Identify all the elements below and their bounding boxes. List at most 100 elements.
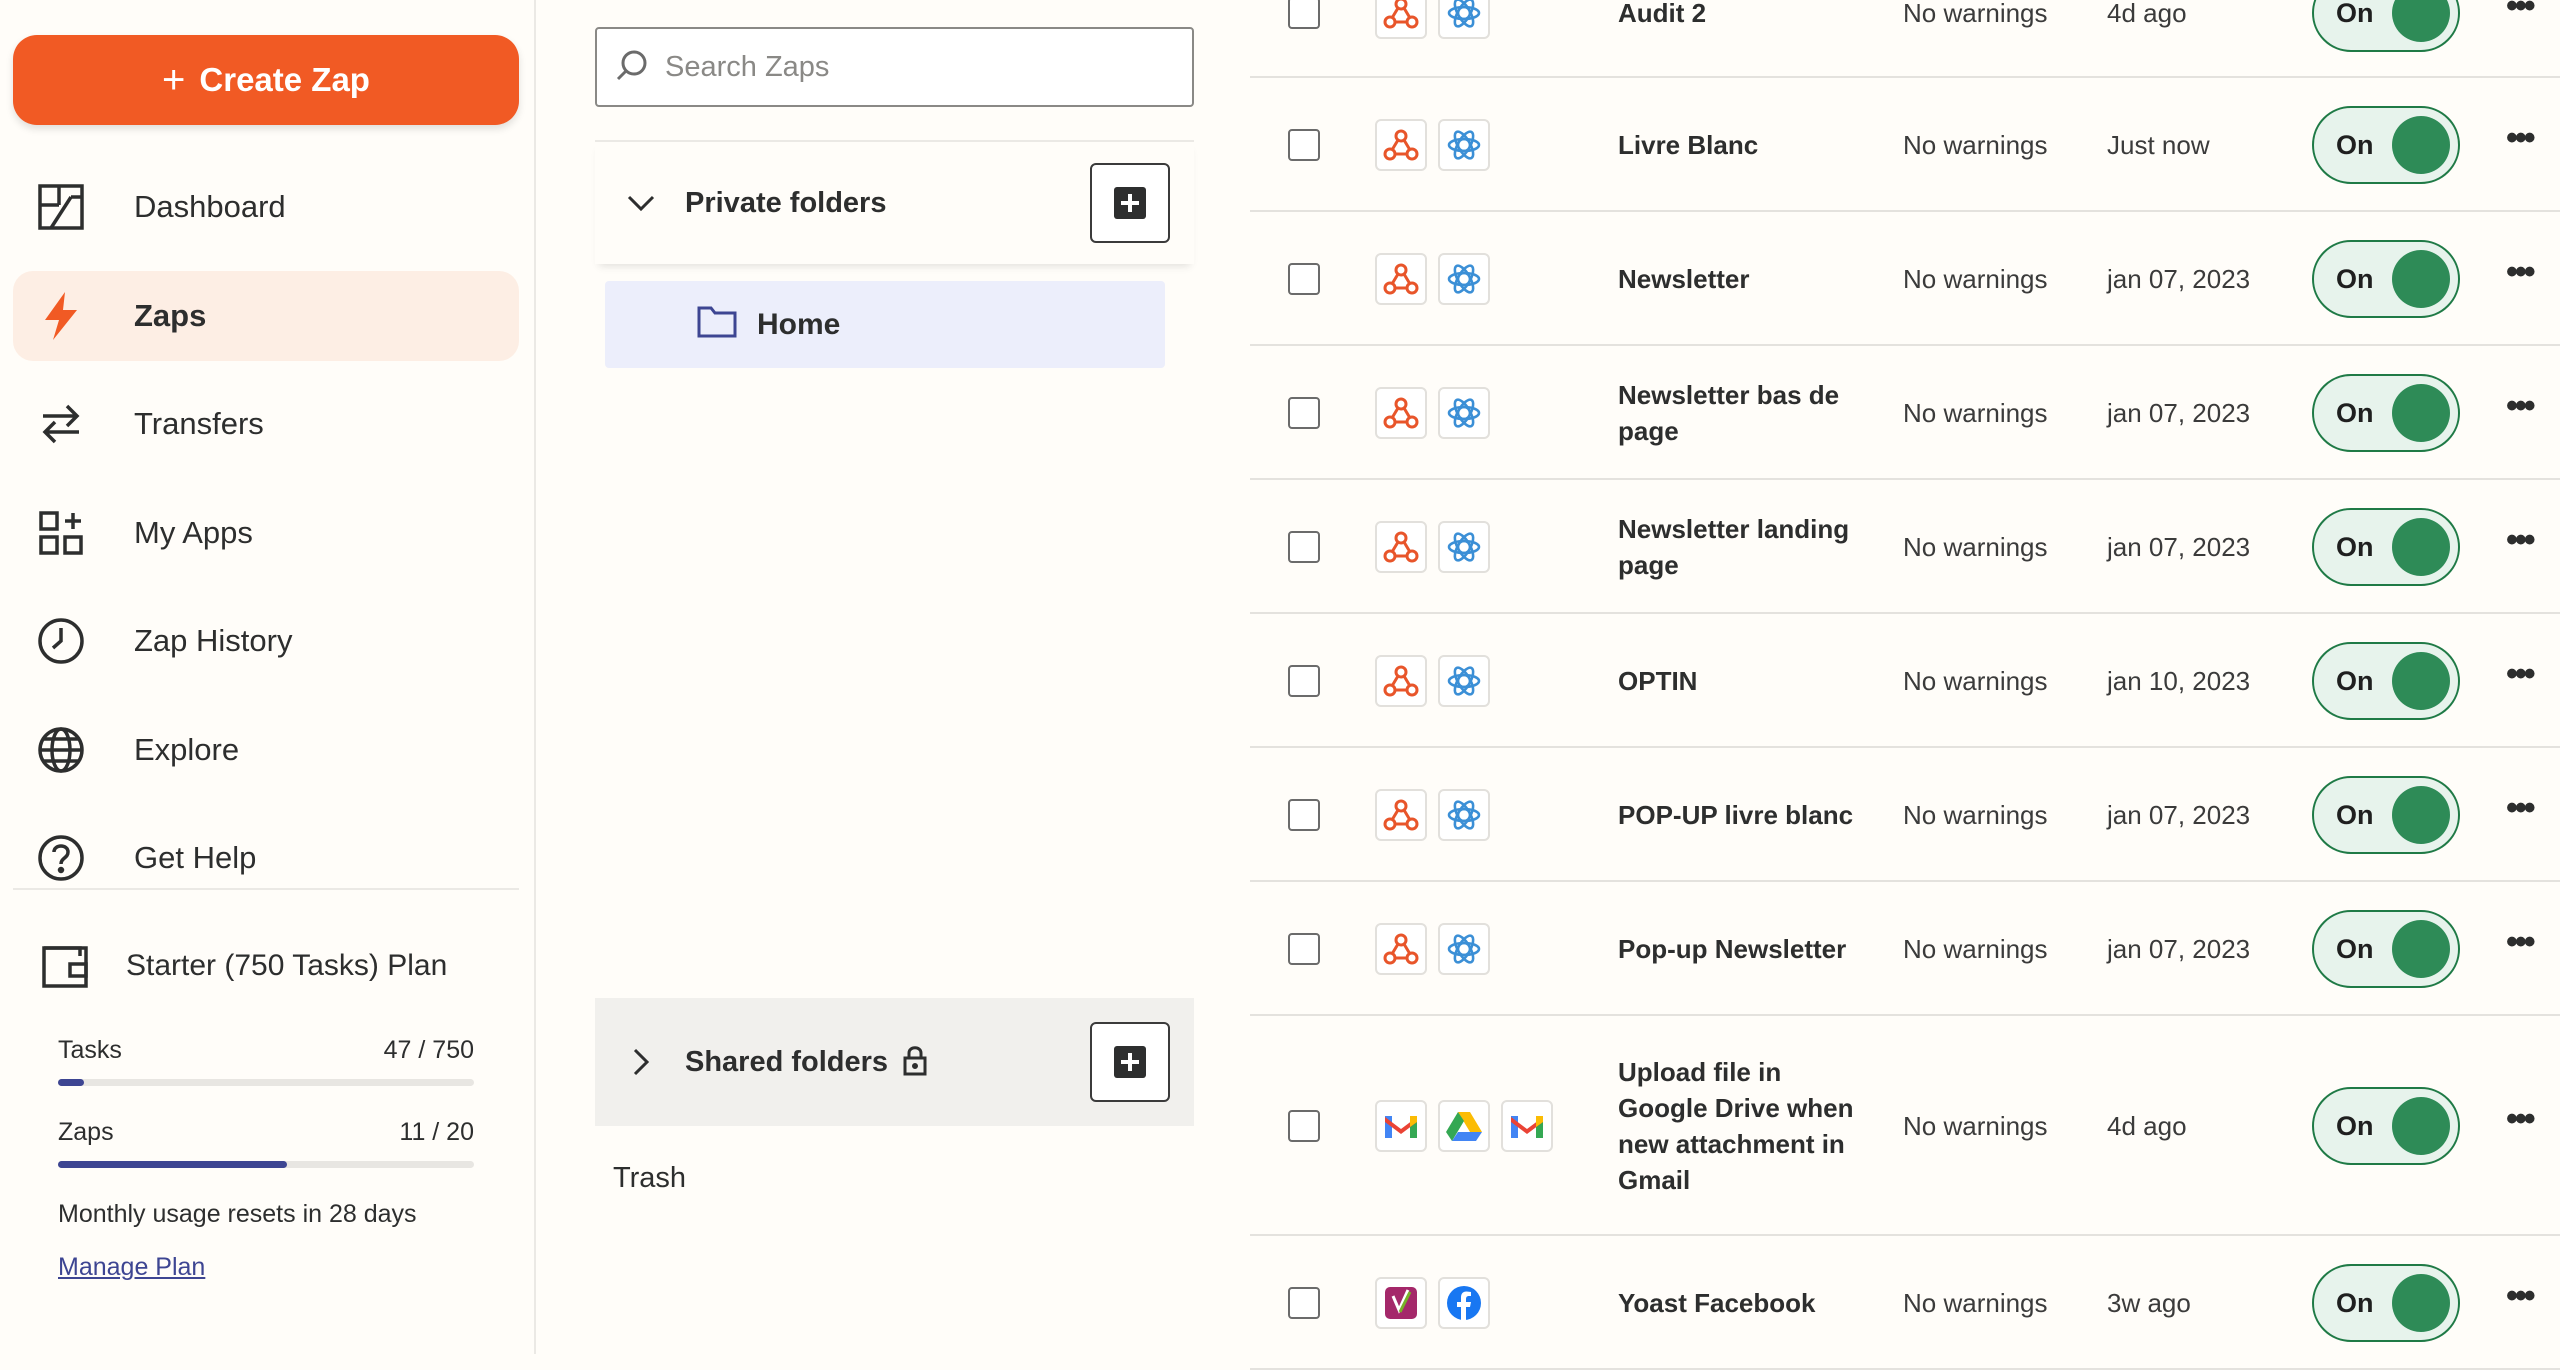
create-zap-button[interactable]: + Create Zap <box>13 35 519 125</box>
zaps-usage: Zaps 11 / 20 <box>58 1118 474 1168</box>
manage-plan-link[interactable]: Manage Plan <box>58 1253 205 1282</box>
zap-status-label: On <box>2336 0 2374 28</box>
zap-row[interactable]: Yoast Facebook No warnings 3w ago On ••• <box>1250 1236 2560 1370</box>
folder-home[interactable]: Home <box>605 281 1165 368</box>
sidebar-item-zap-history[interactable]: Zap History <box>13 596 519 686</box>
tasks-progress-fill <box>58 1079 85 1086</box>
zap-status-toggle[interactable]: On <box>2312 1264 2460 1342</box>
zap-warnings: No warnings <box>1903 130 2048 160</box>
zap-select-checkbox[interactable] <box>1288 263 1320 295</box>
openai-icon <box>1438 119 1490 171</box>
zap-name[interactable]: Upload file in Google Drive when new att… <box>1618 1054 1863 1198</box>
more-options-icon[interactable]: ••• <box>2506 0 2536 26</box>
zap-status-toggle[interactable]: On <box>2312 106 2460 184</box>
zap-select-checkbox[interactable] <box>1288 531 1320 563</box>
zap-name[interactable]: POP-UP livre blanc <box>1618 797 1863 833</box>
zap-row[interactable]: Upload file in Google Drive when new att… <box>1250 1016 2560 1236</box>
toggle-knob <box>2392 1097 2450 1155</box>
chevron-right-icon[interactable] <box>619 1040 663 1084</box>
more-options-icon[interactable]: ••• <box>2506 655 2536 694</box>
zap-status-label: On <box>2336 665 2374 696</box>
zap-row[interactable]: Audit 2 No warnings 4d ago On ••• <box>1250 0 2560 78</box>
chevron-down-icon[interactable] <box>619 181 663 225</box>
zap-name[interactable]: Yoast Facebook <box>1618 1285 1863 1321</box>
zap-app-icons <box>1375 655 1490 707</box>
zap-status-toggle[interactable]: On <box>2312 776 2460 854</box>
more-options-icon[interactable]: ••• <box>2506 387 2536 426</box>
zap-select-checkbox[interactable] <box>1288 665 1320 697</box>
zap-last-modified: jan 10, 2023 <box>2107 666 2251 696</box>
zap-status-toggle[interactable]: On <box>2312 910 2460 988</box>
sidebar-item-label: My Apps <box>134 514 253 550</box>
more-options-icon[interactable]: ••• <box>2506 1277 2536 1316</box>
zap-status-toggle[interactable]: On <box>2312 0 2460 52</box>
zap-row[interactable]: POP-UP livre blanc No warnings jan 07, 2… <box>1250 748 2560 882</box>
zap-row[interactable]: OPTIN No warnings jan 10, 2023 On ••• <box>1250 614 2560 748</box>
zap-select-checkbox[interactable] <box>1288 933 1320 965</box>
zap-select-checkbox[interactable] <box>1288 799 1320 831</box>
zap-select-checkbox[interactable] <box>1288 0 1320 29</box>
zap-name[interactable]: Newsletter bas de page <box>1618 377 1863 449</box>
sidebar-nav: Dashboard Zaps Transfers My Apps Zap His… <box>13 162 519 922</box>
zap-app-icons <box>1375 923 1490 975</box>
zap-row[interactable]: Pop-up Newsletter No warnings jan 07, 20… <box>1250 882 2560 1016</box>
more-options-icon[interactable]: ••• <box>2506 789 2536 828</box>
zap-app-icons <box>1375 1100 1553 1152</box>
zap-select-checkbox[interactable] <box>1288 1110 1320 1142</box>
zap-row[interactable]: Newsletter No warnings jan 07, 2023 On •… <box>1250 212 2560 346</box>
lightning-icon <box>35 290 87 342</box>
zap-row[interactable]: Livre Blanc No warnings Just now On ••• <box>1250 78 2560 212</box>
zap-status-label: On <box>2336 799 2374 830</box>
sidebar-item-dashboard[interactable]: Dashboard <box>13 162 519 252</box>
search-input[interactable] <box>663 49 1163 85</box>
sidebar-item-explore[interactable]: Explore <box>13 705 519 795</box>
zap-select-checkbox[interactable] <box>1288 1287 1320 1319</box>
zap-warnings: No warnings <box>1903 1111 2048 1141</box>
zap-name[interactable]: Pop-up Newsletter <box>1618 931 1863 967</box>
zap-status-toggle[interactable]: On <box>2312 374 2460 452</box>
more-options-icon[interactable]: ••• <box>2506 253 2536 292</box>
more-options-icon[interactable]: ••• <box>2506 119 2536 158</box>
shared-folders-header[interactable]: Shared folders <box>595 998 1194 1126</box>
openai-icon <box>1438 789 1490 841</box>
zaps-value: 11 / 20 <box>399 1118 474 1146</box>
private-folders-label: Private folders <box>685 186 887 219</box>
zap-name[interactable]: Livre Blanc <box>1618 127 1863 163</box>
zap-last-modified: 4d ago <box>2107 0 2187 28</box>
zap-status-toggle[interactable]: On <box>2312 1087 2460 1165</box>
sidebar-item-transfers[interactable]: Transfers <box>13 379 519 469</box>
toggle-knob <box>2392 652 2450 710</box>
zap-status-toggle[interactable]: On <box>2312 240 2460 318</box>
zap-select-checkbox[interactable] <box>1288 397 1320 429</box>
sidebar: + Create Zap Dashboard Zaps Transfers My… <box>0 0 536 1354</box>
add-private-folder-button[interactable] <box>1090 163 1170 243</box>
zap-row[interactable]: Newsletter bas de page No warnings jan 0… <box>1250 346 2560 480</box>
zap-name[interactable]: Audit 2 <box>1618 0 1863 31</box>
zap-name[interactable]: Newsletter landing page <box>1618 511 1863 583</box>
folder-icon <box>697 304 737 346</box>
sidebar-item-zaps[interactable]: Zaps <box>13 270 519 361</box>
private-folders-header[interactable]: Private folders <box>595 140 1194 264</box>
zap-status-label: On <box>2336 531 2374 562</box>
toggle-knob <box>2392 250 2450 308</box>
zap-status-toggle[interactable]: On <box>2312 508 2460 586</box>
zap-name[interactable]: OPTIN <box>1618 663 1863 699</box>
facebook-icon <box>1438 1277 1490 1329</box>
clock-icon <box>35 615 87 667</box>
zap-app-icons <box>1375 387 1490 439</box>
more-options-icon[interactable]: ••• <box>2506 1100 2536 1139</box>
zap-warnings: No warnings <box>1903 0 2048 28</box>
zap-app-icons <box>1375 1277 1490 1329</box>
plan-name: Starter (750 Tasks) Plan <box>126 949 448 982</box>
zap-select-checkbox[interactable] <box>1288 129 1320 161</box>
more-options-icon[interactable]: ••• <box>2506 521 2536 560</box>
more-options-icon[interactable]: ••• <box>2506 923 2536 962</box>
zap-status-toggle[interactable]: On <box>2312 642 2460 720</box>
sidebar-item-my-apps[interactable]: My Apps <box>13 488 519 578</box>
trash-link[interactable]: Trash <box>613 1162 686 1195</box>
search-box[interactable] <box>595 27 1194 107</box>
zap-warnings: No warnings <box>1903 264 2048 294</box>
zap-name[interactable]: Newsletter <box>1618 261 1863 297</box>
add-shared-folder-button[interactable] <box>1090 1022 1170 1102</box>
zap-row[interactable]: Newsletter landing page No warnings jan … <box>1250 480 2560 614</box>
